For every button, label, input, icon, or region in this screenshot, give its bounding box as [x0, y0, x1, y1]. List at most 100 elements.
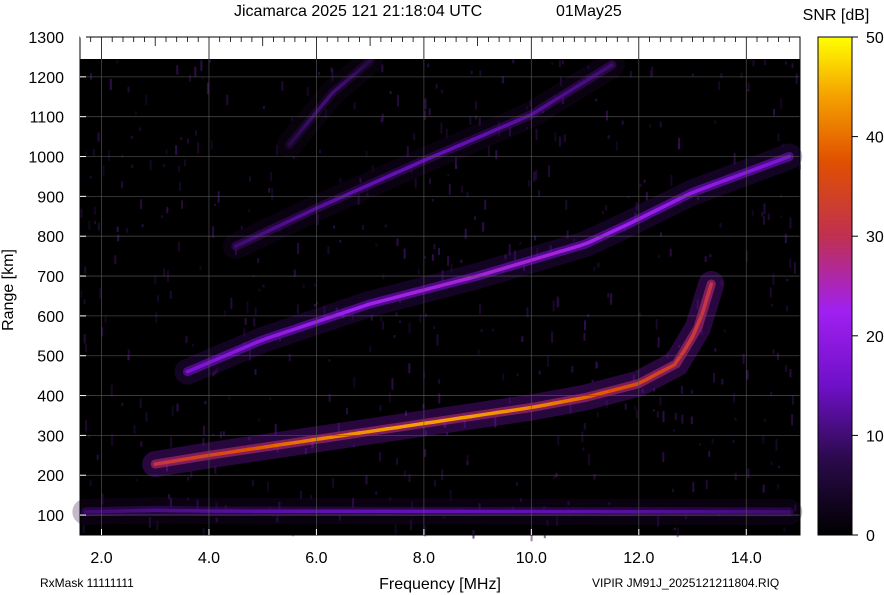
- noise-speck: [762, 215, 765, 225]
- noise-speck: [396, 458, 398, 465]
- noise-speck: [222, 431, 225, 436]
- noise-speck: [413, 133, 416, 141]
- noise-speck: [424, 449, 427, 457]
- noise-speck: [714, 348, 717, 352]
- noise-speck: [114, 255, 117, 264]
- noise-speck: [670, 174, 673, 187]
- noise-speck: [440, 122, 443, 134]
- noise-speck: [120, 181, 123, 189]
- noise-speck: [655, 318, 658, 330]
- x-tick-label: 2.0: [90, 550, 112, 567]
- noise-speck: [473, 216, 476, 220]
- noise-speck: [318, 72, 320, 75]
- noise-speck: [746, 370, 749, 380]
- noise-speck: [431, 254, 434, 261]
- y-tick-label: 600: [37, 309, 64, 326]
- noise-speck: [184, 159, 186, 167]
- noise-speck: [219, 431, 222, 439]
- noise-speck: [554, 132, 557, 142]
- noise-speck: [380, 316, 383, 322]
- noise-speck: [425, 313, 428, 317]
- x-tick-label: 8.0: [413, 550, 435, 567]
- noise-speck: [435, 83, 438, 89]
- noise-speck: [565, 199, 568, 210]
- noise-speck: [83, 299, 86, 304]
- noise-speck: [297, 242, 300, 254]
- noise-speck: [791, 63, 794, 68]
- noise-speck: [436, 334, 439, 346]
- noise-speck: [97, 222, 100, 231]
- noise-speck: [110, 384, 113, 397]
- noise-speck: [596, 412, 599, 418]
- noise-speck: [711, 438, 714, 444]
- noise-speck: [595, 361, 598, 369]
- noise-speck: [484, 199, 487, 210]
- noise-speck: [502, 373, 505, 381]
- noise-speck: [558, 60, 561, 68]
- noise-speck: [197, 142, 200, 154]
- noise-speck: [447, 173, 450, 177]
- colorbar-ticks: 0 10 20 30 40 50: [852, 30, 884, 545]
- noise-speck: [660, 232, 662, 237]
- noise-speck: [659, 121, 662, 128]
- noise-speck: [587, 453, 590, 466]
- header-strip: [80, 37, 800, 59]
- noise-speck: [361, 225, 364, 231]
- noise-speck: [414, 178, 417, 189]
- noise-speck: [634, 405, 637, 411]
- noise-speck: [762, 484, 765, 493]
- noise-speck: [681, 414, 684, 424]
- noise-speck: [393, 335, 396, 338]
- noise-speck: [521, 336, 524, 342]
- noise-speck: [109, 78, 112, 90]
- noise-speck: [557, 298, 560, 307]
- noise-speck: [189, 75, 192, 82]
- noise-speck: [676, 527, 679, 538]
- y-tick-label: 500: [37, 349, 64, 366]
- noise-speck: [780, 98, 783, 109]
- noise-speck: [761, 211, 764, 217]
- noise-speck: [204, 400, 207, 405]
- noise-speck: [656, 411, 659, 418]
- y-tick-label: 1200: [28, 70, 64, 87]
- noise-speck: [248, 209, 251, 213]
- trace-segment: [367, 59, 372, 64]
- noise-speck: [296, 304, 299, 314]
- noise-speck: [162, 163, 165, 168]
- noise-speck: [680, 385, 683, 395]
- noise-speck: [662, 411, 665, 423]
- noise-speck: [535, 169, 538, 180]
- noise-speck: [691, 389, 694, 394]
- noise-speck: [353, 102, 356, 110]
- noise-speck: [85, 344, 88, 353]
- noise-speck: [210, 140, 213, 150]
- x-tick-label: 6.0: [305, 550, 327, 567]
- noise-speck: [379, 405, 382, 412]
- noise-speck: [379, 452, 382, 462]
- noise-speck: [388, 392, 391, 403]
- noise-speck: [262, 106, 265, 109]
- noise-speck: [170, 436, 173, 448]
- noise-speck: [130, 135, 133, 139]
- noise-speck: [704, 256, 707, 262]
- noise-speck: [475, 115, 478, 120]
- noise-speck: [126, 228, 129, 233]
- noise-speck: [318, 150, 321, 154]
- noise-speck: [718, 81, 721, 91]
- noise-speck: [464, 228, 467, 239]
- noise-speck: [89, 175, 92, 179]
- noise-speck: [117, 234, 120, 242]
- noise-speck: [102, 165, 105, 177]
- noise-speck: [83, 333, 86, 344]
- noise-speck: [134, 111, 137, 115]
- noise-speck: [380, 117, 383, 123]
- y-tick-label: 900: [37, 189, 64, 206]
- noise-speck: [551, 331, 554, 343]
- noise-speck: [384, 224, 387, 228]
- noise-speck: [262, 284, 265, 288]
- noise-speck: [424, 98, 427, 110]
- noise-speck: [466, 460, 469, 466]
- noise-speck: [271, 188, 274, 200]
- noise-speck: [519, 241, 522, 245]
- noise-speck: [533, 171, 536, 182]
